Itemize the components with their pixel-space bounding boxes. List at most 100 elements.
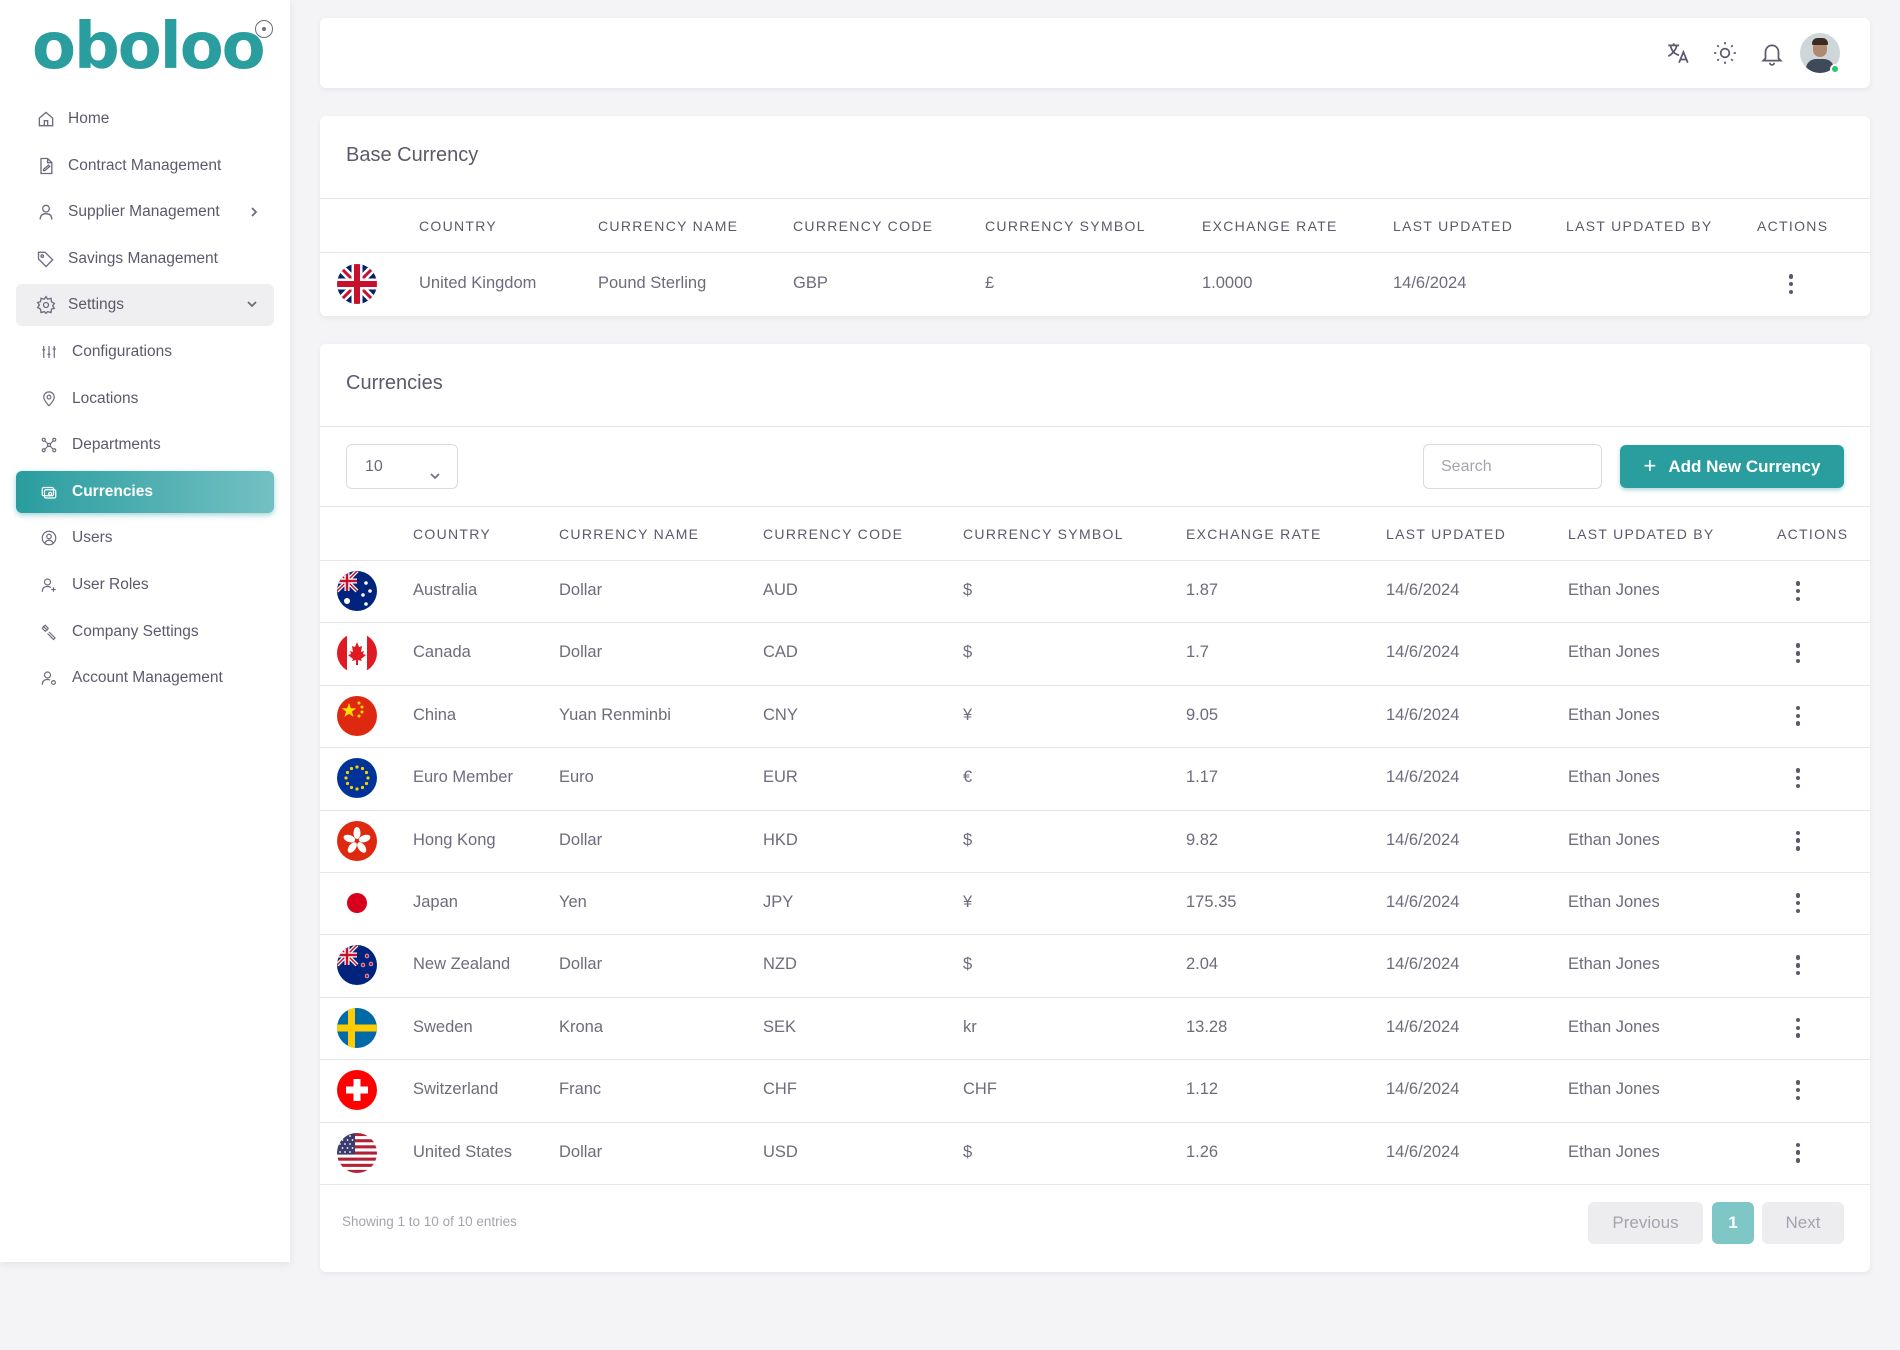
translate-icon[interactable] <box>1665 40 1691 66</box>
cell-currency-name: Yuan Renminbi <box>559 705 671 724</box>
add-new-currency-button[interactable]: + Add New Currency <box>1620 445 1844 488</box>
search-input[interactable]: Search <box>1423 444 1602 489</box>
cell-country: Australia <box>413 581 478 599</box>
sidebar-item-currencies[interactable]: Currencies <box>16 470 274 513</box>
cell-last-updated: 14/6/2024 <box>1386 1080 1460 1099</box>
cell-currency-name: Dollar <box>559 1142 603 1161</box>
more-actions-icon[interactable] <box>1795 1142 1801 1165</box>
column-header-currency-symbol: CURRENCY SYMBOL <box>985 218 1146 234</box>
cell-currency-symbol: $ <box>963 830 973 849</box>
sidebar-item-settings[interactable]: Settings <box>16 284 274 327</box>
cell-currency-symbol: CHF <box>963 1080 997 1099</box>
cell-country: New Zealand <box>413 955 511 974</box>
more-actions-icon[interactable] <box>1795 581 1801 603</box>
more-actions-icon[interactable] <box>1795 893 1801 915</box>
cell-currency-code: HKD <box>763 830 798 849</box>
cell-currency-name: Krona <box>559 1017 604 1036</box>
flag-hong-kong <box>337 820 377 861</box>
cell-country: United Kingdom <box>419 274 537 292</box>
cell-last-updated-by: Ethan Jones <box>1568 643 1660 662</box>
sidebar-collapse-toggle[interactable] <box>255 20 273 38</box>
more-actions-icon[interactable] <box>1788 274 1794 296</box>
column-header-currency-name: CURRENCY NAME <box>598 218 739 234</box>
more-actions-icon[interactable] <box>1795 955 1801 977</box>
sidebar-item-label: Departments <box>72 436 161 454</box>
sidebar-item-savings-management[interactable]: Savings Management <box>16 238 274 280</box>
flag-china <box>337 695 377 736</box>
cell-currency-name: Dollar <box>559 581 603 599</box>
cell-currency-code: CHF <box>763 1080 797 1099</box>
more-actions-icon[interactable] <box>1795 643 1801 665</box>
sidebar-item-contract-management[interactable]: Contract Management <box>16 145 274 187</box>
departments-icon <box>40 436 58 454</box>
sidebar-item-user-roles[interactable]: User Roles <box>16 564 274 606</box>
cell-currency-symbol: £ <box>985 274 995 292</box>
pagination-next-button[interactable]: Next <box>1762 1202 1844 1244</box>
flag-japan <box>337 883 377 923</box>
column-header-currency-symbol: CURRENCY SYMBOL <box>963 526 1124 542</box>
sliders-icon <box>40 343 58 361</box>
tools-icon <box>40 623 58 641</box>
cell-last-updated: 14/6/2024 <box>1386 705 1460 724</box>
cell-last-updated-by: Ethan Jones <box>1568 1142 1660 1161</box>
sidebar-item-account-management[interactable]: Account Management <box>16 657 274 699</box>
sidebar-item-home[interactable]: Home <box>16 98 274 140</box>
row-divider <box>320 1059 1870 1061</box>
settings-icon <box>36 295 56 315</box>
sidebar-item-users[interactable]: Users <box>16 517 274 559</box>
cell-currency-name: Dollar <box>559 643 603 662</box>
cell-country: United States <box>413 1142 513 1161</box>
flag-united-kingdom <box>337 264 377 304</box>
cell-exchange-rate: 1.26 <box>1186 1142 1219 1161</box>
column-header-last-updated-by: LAST UPDATED BY <box>1568 526 1715 542</box>
cell-currency-code: EUR <box>763 768 798 787</box>
cell-last-updated-by: Ethan Jones <box>1568 1017 1660 1036</box>
cell-last-updated: 14/6/2024 <box>1386 830 1460 849</box>
cell-country: Hong Kong <box>413 830 496 849</box>
cell-exchange-rate: 9.05 <box>1186 705 1219 724</box>
column-header-country: COUNTRY <box>419 218 498 234</box>
cell-currency-name: Yen <box>559 893 587 911</box>
currencies-card: Currencies 10 Search + Add New Currency … <box>320 344 1870 1272</box>
currency-icon <box>40 483 58 501</box>
flag-switzerland <box>337 1070 377 1111</box>
pagination-page-1-button[interactable]: 1 <box>1712 1202 1754 1244</box>
row-divider <box>320 622 1870 624</box>
bell-icon[interactable] <box>1759 40 1785 66</box>
cell-currency-code: JPY <box>763 893 794 911</box>
sidebar-item-company-settings[interactable]: Company Settings <box>16 611 274 653</box>
sidebar-item-departments[interactable]: Departments <box>16 424 274 466</box>
sidebar-item-configurations[interactable]: Configurations <box>16 331 274 373</box>
add-new-currency-label: Add New Currency <box>1668 456 1821 476</box>
cell-currency-name: Franc <box>559 1080 602 1099</box>
pagination-previous-button[interactable]: Previous <box>1588 1202 1703 1244</box>
sun-icon[interactable] <box>1712 40 1738 66</box>
currencies-title: Currencies <box>346 372 443 394</box>
more-actions-icon[interactable] <box>1795 830 1801 853</box>
column-header-actions: ACTIONS <box>1757 218 1829 234</box>
row-divider <box>320 809 1870 811</box>
account-icon <box>40 669 58 687</box>
sidebar-item-label: Locations <box>72 389 139 407</box>
sidebar-header: oboloo <box>0 0 290 100</box>
brand-logo[interactable]: oboloo <box>32 10 266 84</box>
cell-currency-name: Dollar <box>559 830 603 849</box>
more-actions-icon[interactable] <box>1795 768 1801 790</box>
page-length-select[interactable]: 10 <box>346 444 458 489</box>
cell-currency-symbol: $ <box>963 1142 973 1161</box>
cell-last-updated: 14/6/2024 <box>1386 893 1460 911</box>
cell-exchange-rate: 175.35 <box>1186 893 1237 911</box>
cell-exchange-rate: 1.87 <box>1186 581 1219 599</box>
sidebar-item-supplier-management[interactable]: Supplier Management <box>16 191 274 233</box>
more-actions-icon[interactable] <box>1795 1017 1801 1040</box>
row-divider <box>320 684 1870 686</box>
chevron-right-icon <box>248 205 258 217</box>
card-divider <box>320 506 1870 507</box>
more-actions-icon[interactable] <box>1795 705 1801 728</box>
cell-currency-name: Euro <box>559 768 594 787</box>
sidebar-item-label: Users <box>72 529 113 547</box>
cell-currency-code: USD <box>763 1142 798 1161</box>
sidebar-item-locations[interactable]: Locations <box>16 378 274 420</box>
column-header-exchange-rate: EXCHANGE RATE <box>1202 218 1338 234</box>
more-actions-icon[interactable] <box>1795 1080 1801 1102</box>
